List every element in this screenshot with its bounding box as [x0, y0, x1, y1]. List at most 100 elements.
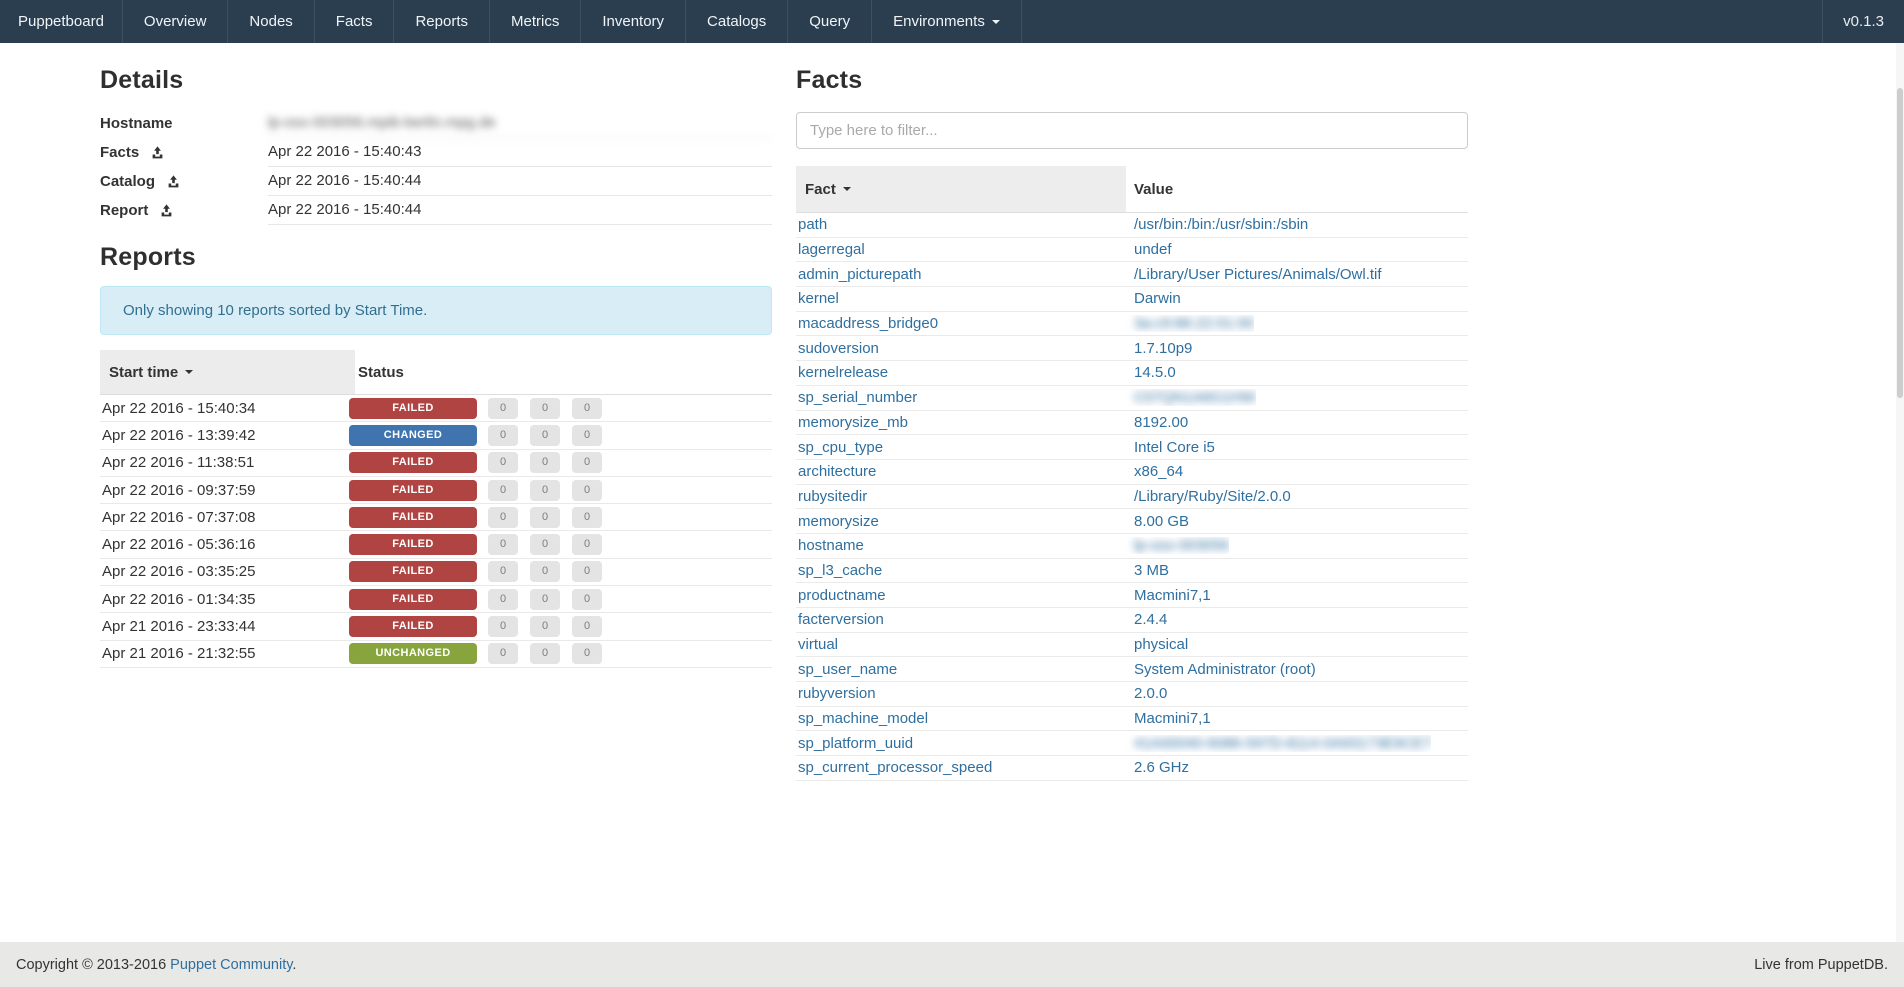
fact-value-cell: C07QN1A6G1HW	[1126, 389, 1256, 406]
report-row: Apr 22 2016 - 01:34:35 FAILED 000	[100, 586, 772, 613]
nav-brand-puppetboard[interactable]: Puppetboard	[0, 0, 123, 43]
fact-value-link[interactable]: undef	[1134, 241, 1172, 258]
detail-label: Report	[100, 197, 268, 225]
fact-value-link[interactable]: 2.0.0	[1134, 685, 1167, 702]
count-badge: 0	[530, 643, 560, 664]
status-badge: FAILED	[349, 452, 477, 473]
nav-item-nodes[interactable]: Nodes	[228, 0, 314, 43]
fact-name-cell: kernelrelease	[796, 364, 1126, 381]
fact-name-link[interactable]: sp_platform_uuid	[798, 735, 913, 752]
fact-name-cell: facterversion	[796, 611, 1126, 628]
count-badge: 0	[572, 452, 602, 473]
fact-value-link[interactable]: 2.4.4	[1134, 611, 1167, 628]
fact-value-link[interactable]: 1.7.10p9	[1134, 340, 1192, 357]
fact-name-link[interactable]: virtual	[798, 636, 838, 653]
fact-name-link[interactable]: sp_machine_model	[798, 710, 928, 727]
report-row: Apr 21 2016 - 21:32:55 UNCHANGED 000	[100, 641, 772, 668]
nav-environments-label: Environments	[893, 13, 985, 30]
fact-name-link[interactable]: sp_cpu_type	[798, 439, 883, 456]
fact-name-link[interactable]: facterversion	[798, 611, 884, 628]
fact-value-link[interactable]: physical	[1134, 636, 1188, 653]
count-badge: 0	[572, 643, 602, 664]
nav-item-overview[interactable]: Overview	[123, 0, 229, 43]
fact-row: kernel Darwin	[796, 287, 1468, 312]
fact-value-cell: /Library/Ruby/Site/2.0.0	[1126, 488, 1291, 505]
column-header-start-time[interactable]: Start time	[100, 350, 355, 394]
fact-value-cell: Macmini7,1	[1126, 587, 1211, 604]
fact-name-link[interactable]: kernelrelease	[798, 364, 888, 381]
fact-name-link[interactable]: kernel	[798, 290, 839, 307]
scrollbar-thumb[interactable]	[1897, 88, 1903, 398]
fact-name-cell: productname	[796, 587, 1126, 604]
fact-name-cell: virtual	[796, 636, 1126, 653]
nav-item-facts[interactable]: Facts	[315, 0, 395, 43]
copyright-text: Copyright © 2013-2016 Puppet Community.	[16, 957, 296, 973]
report-start-time: Apr 22 2016 - 05:36:16	[100, 536, 349, 553]
fact-name-link[interactable]: sudoversion	[798, 340, 879, 357]
nav-item-inventory[interactable]: Inventory	[581, 0, 686, 43]
nav-item-catalogs[interactable]: Catalogs	[686, 0, 788, 43]
fact-name-link[interactable]: architecture	[798, 463, 876, 480]
fact-value-cell: System Administrator (root)	[1126, 661, 1316, 678]
fact-name-link[interactable]: sp_current_processor_speed	[798, 759, 992, 776]
fact-name-link[interactable]: admin_picturepath	[798, 266, 921, 283]
fact-row: sp_cpu_type Intel Core i5	[796, 435, 1468, 460]
fact-row: rubyversion 2.0.0	[796, 682, 1468, 707]
fact-value-link[interactable]: 8192.00	[1134, 414, 1188, 431]
fact-name-link[interactable]: sp_user_name	[798, 661, 897, 678]
fact-name-link[interactable]: path	[798, 216, 827, 233]
fact-value-link[interactable]: C07QN1A6G1HW	[1134, 389, 1256, 406]
fact-name-link[interactable]: lagerregal	[798, 241, 865, 258]
detail-value: Apr 22 2016 - 15:40:44	[268, 196, 772, 225]
column-header-fact[interactable]: Fact	[796, 166, 1126, 212]
status-badge: FAILED	[349, 398, 477, 419]
sort-desc-icon	[185, 370, 193, 374]
fact-value-link[interactable]: Darwin	[1134, 290, 1181, 307]
nav-item-reports[interactable]: Reports	[394, 0, 490, 43]
count-badge: 0	[488, 507, 518, 528]
facts-filter-input[interactable]	[796, 112, 1468, 149]
fact-name-link[interactable]: memorysize_mb	[798, 414, 908, 431]
fact-name-link[interactable]: productname	[798, 587, 886, 604]
detail-label: Facts	[100, 139, 268, 167]
puppet-community-link[interactable]: Puppet Community	[170, 957, 292, 973]
fact-name-link[interactable]: sp_serial_number	[798, 389, 917, 406]
fact-value-link[interactable]: /usr/bin:/bin:/usr/sbin:/sbin	[1134, 216, 1308, 233]
fact-name-link[interactable]: hostname	[798, 537, 864, 554]
report-row: Apr 22 2016 - 03:35:25 FAILED 000	[100, 559, 772, 586]
fact-value-link[interactable]: 14.5.0	[1134, 364, 1176, 381]
copyright-suffix: .	[292, 957, 296, 973]
fact-value-link[interactable]: Macmini7,1	[1134, 710, 1211, 727]
fact-value-link[interactable]: 3a:c9:86:22:01:00	[1134, 315, 1254, 332]
fact-value-link[interactable]: lp-osx-003056	[1134, 537, 1229, 554]
fact-row: rubysitedir /Library/Ruby/Site/2.0.0	[796, 485, 1468, 510]
upload-icon[interactable]	[151, 146, 164, 159]
fact-value-link[interactable]: Macmini7,1	[1134, 587, 1211, 604]
fact-name-link[interactable]: macaddress_bridge0	[798, 315, 938, 332]
nav-item-metrics[interactable]: Metrics	[490, 0, 581, 43]
fact-value-link[interactable]: /Library/User Pictures/Animals/Owl.tif	[1134, 266, 1382, 283]
fact-value-link[interactable]: 3 MB	[1134, 562, 1169, 579]
nav-item-environments[interactable]: Environments	[872, 0, 1022, 43]
fact-value-link[interactable]: x86_64	[1134, 463, 1183, 480]
nav-item-query[interactable]: Query	[788, 0, 872, 43]
fact-value-link[interactable]: System Administrator (root)	[1134, 661, 1316, 678]
upload-icon[interactable]	[167, 175, 180, 188]
fact-name-link[interactable]: sp_l3_cache	[798, 562, 882, 579]
fact-name-cell: rubyversion	[796, 685, 1126, 702]
fact-name-link[interactable]: rubysitedir	[798, 488, 867, 505]
count-badge: 0	[530, 616, 560, 637]
upload-icon[interactable]	[160, 204, 173, 217]
fact-name-link[interactable]: rubyversion	[798, 685, 876, 702]
fact-value-link[interactable]: 41A00040-6086-597D-8114-0A93173E9CE7	[1134, 735, 1431, 752]
scrollbar-track[interactable]	[1896, 43, 1904, 942]
detail-label-text: Facts	[100, 144, 139, 161]
detail-value: lp-osx-003056.mpib-berlin.mpg.de	[268, 109, 772, 138]
fact-value-link[interactable]: 2.6 GHz	[1134, 759, 1189, 776]
count-badge: 0	[572, 398, 602, 419]
fact-value-link[interactable]: Intel Core i5	[1134, 439, 1215, 456]
fact-value-link[interactable]: /Library/Ruby/Site/2.0.0	[1134, 488, 1291, 505]
fact-name-cell: sp_platform_uuid	[796, 735, 1126, 752]
fact-value-link[interactable]: 8.00 GB	[1134, 513, 1189, 530]
fact-name-link[interactable]: memorysize	[798, 513, 879, 530]
